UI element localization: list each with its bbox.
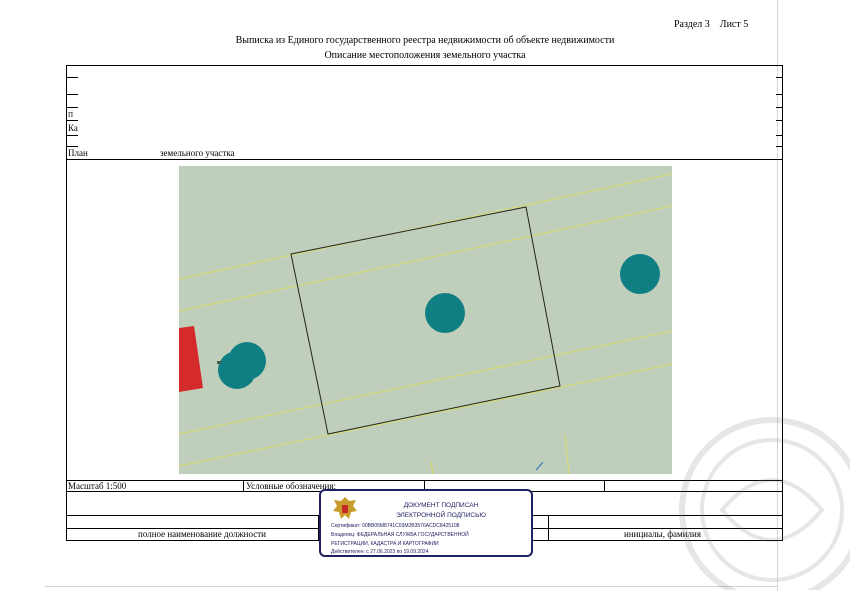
section-label: Раздел 3	[674, 19, 710, 30]
stamp-owner-line2: РЕГИСТРАЦИИ, КАДАСТРА И КАРТОГРАФИИ	[331, 541, 439, 547]
sheet-label: Лист 5	[719, 19, 749, 30]
point-marker	[425, 293, 465, 333]
neighbor-line	[430, 461, 434, 474]
neighbor-line	[564, 433, 570, 474]
document-subtitle: Описание местоположения земельного участ…	[324, 50, 526, 61]
watermark-emblem	[679, 417, 850, 590]
land-plot-boundary	[290, 206, 561, 435]
tick-mark	[535, 461, 544, 471]
red-parcel	[179, 326, 203, 392]
document-title: Выписка из Единого государственного реес…	[235, 35, 615, 46]
stamp-title-line1: ДОКУМЕНТ ПОДПИСАН	[403, 502, 479, 509]
row-fragment-p: П	[68, 111, 74, 119]
position-caption: полное наименование должности	[138, 529, 266, 539]
row-fragment-k: Ка	[68, 123, 78, 133]
stamp-validity: Действителен: с 27.06.2023 по 19.09.2024	[331, 549, 429, 555]
stamp-certificate: Сертификат: 00BB05M8741C03M2B3576ACDC842…	[331, 523, 460, 529]
neighbor-line	[179, 205, 672, 312]
sheet-reference: Раздел 3 Лист 5	[674, 19, 748, 30]
small-marker	[217, 361, 221, 364]
point-marker	[218, 351, 256, 389]
stamp-title-line2: ЭЛЕКТРОННОЙ ПОДПИСЬЮ	[396, 512, 486, 519]
neighbor-line	[179, 173, 672, 280]
stamp-owner-line1: Владелец: ФЕДЕРАЛЬНАЯ СЛУЖБА ГОСУДАРСТВЕ…	[331, 532, 469, 538]
plan-label-tail: земельного участка	[160, 148, 235, 158]
scale-label: Масштаб 1:500	[68, 481, 127, 491]
land-plot-plan-map	[179, 166, 672, 474]
electronic-signature-stamp: ДОКУМЕНТ ПОДПИСАН ЭЛЕКТРОННОЙ ПОДПИСЬЮ С…	[319, 489, 533, 557]
emblem-icon	[333, 497, 357, 519]
plan-label: План	[68, 148, 88, 158]
point-marker	[620, 254, 660, 294]
